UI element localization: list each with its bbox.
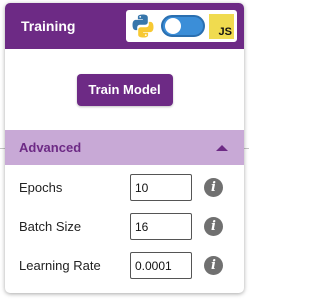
- python-icon[interactable]: [129, 12, 157, 40]
- advanced-section-header[interactable]: Advanced: [5, 130, 244, 165]
- javascript-icon[interactable]: JS: [209, 13, 234, 39]
- actions-area: Train Model: [5, 49, 244, 130]
- batch-size-input[interactable]: [130, 213, 192, 240]
- epochs-input[interactable]: [130, 174, 192, 201]
- epochs-label: Epochs: [19, 180, 63, 195]
- epochs-info-icon[interactable]: i: [204, 178, 223, 197]
- toggle-knob: [165, 18, 181, 34]
- javascript-icon-text: JS: [218, 25, 232, 38]
- param-row-learning-rate: Learning Rate i: [5, 252, 244, 279]
- learning-rate-label: Learning Rate: [19, 258, 101, 273]
- panel-title: Training: [21, 18, 76, 34]
- param-row-batch-size: Batch Size i: [5, 213, 244, 240]
- batch-size-info-icon[interactable]: i: [204, 217, 223, 236]
- advanced-params: Epochs i Batch Size i Learning Rate i: [5, 165, 244, 279]
- learning-rate-info-icon[interactable]: i: [204, 256, 223, 275]
- panel-header: Training JS: [5, 3, 244, 49]
- training-panel: Training JS Train Model Advanced Epochs: [5, 3, 244, 293]
- language-toggle[interactable]: [161, 15, 205, 37]
- advanced-section-title: Advanced: [19, 140, 82, 155]
- learning-rate-input[interactable]: [130, 252, 192, 279]
- train-model-button[interactable]: Train Model: [76, 73, 173, 106]
- batch-size-label: Batch Size: [19, 219, 82, 234]
- param-row-epochs: Epochs i: [5, 174, 244, 201]
- language-switch: JS: [126, 10, 237, 42]
- caret-up-icon[interactable]: [216, 144, 228, 151]
